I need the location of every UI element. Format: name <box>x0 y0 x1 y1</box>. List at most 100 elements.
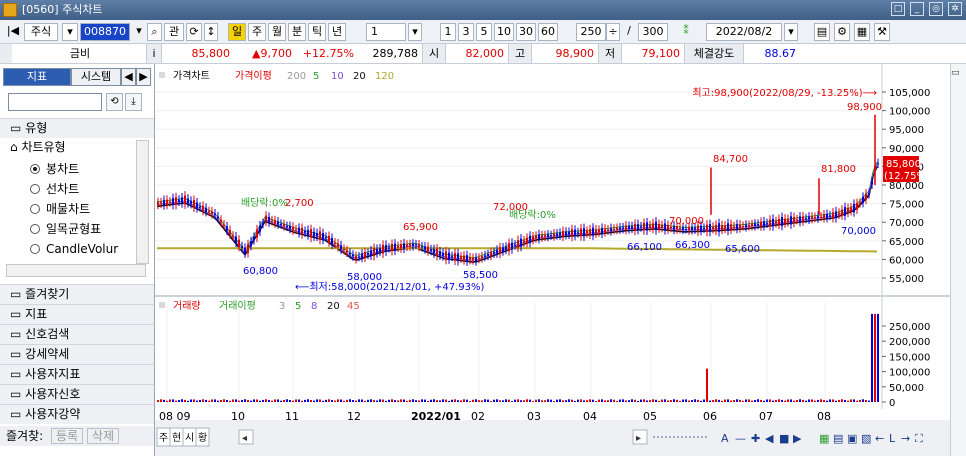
refresh-icon[interactable]: ⟳ <box>186 23 202 41</box>
count-spinner[interactable]: ÷ <box>606 23 620 41</box>
camera-icon[interactable]: ◎ <box>929 2 943 16</box>
group-user-indicator[interactable]: ▭ 사용자지표 <box>0 364 154 384</box>
prev-tool-icon[interactable]: ◀ <box>765 432 774 445</box>
quote-pin[interactable] <box>0 44 12 63</box>
group-favorites[interactable]: ▭ 즐겨찾기 <box>0 284 154 304</box>
candle-body <box>184 195 186 205</box>
search-refresh-icon[interactable]: ⟲ <box>106 93 123 111</box>
code-dropdown[interactable]: ▾ <box>132 23 146 41</box>
indicator-search-input[interactable] <box>8 93 102 111</box>
date-dropdown[interactable]: ▾ <box>784 23 798 41</box>
favorites-delete-button[interactable]: 삭제 <box>86 428 120 444</box>
candle-body <box>520 238 522 247</box>
count-input[interactable]: 250 <box>576 23 606 41</box>
cross-tool-icon[interactable]: ✚ <box>751 432 760 445</box>
min-5-button[interactable]: 5 <box>476 23 492 41</box>
candle-body <box>361 253 363 258</box>
period-year-button[interactable]: 년 <box>328 23 346 41</box>
gear-icon[interactable]: ✲ <box>948 2 962 16</box>
volume-bar <box>535 399 537 402</box>
forward-arrow-icon[interactable]: → <box>901 432 910 445</box>
grid-tool-icon[interactable]: ▦ <box>819 432 829 445</box>
line-tool-icon[interactable]: — <box>735 432 746 445</box>
type-header[interactable]: ▭ 유형 <box>0 118 154 138</box>
search-icon[interactable]: ⌕ <box>147 23 162 41</box>
tab-next-icon[interactable]: ▶ <box>136 68 151 86</box>
candle-body <box>649 225 651 228</box>
first-icon[interactable]: |◀ <box>4 23 22 41</box>
settings-icon[interactable]: ⁑ <box>678 23 694 41</box>
panel-tabs: 지표 시스템 ◀ ▶ <box>3 68 151 86</box>
picture-tool-icon[interactable]: ⛶ <box>915 432 923 445</box>
text-tool-icon[interactable]: A <box>721 432 729 445</box>
volume-bar <box>649 400 651 402</box>
list-scrollbar[interactable] <box>136 140 149 264</box>
settings-gear-icon[interactable]: ⚙ <box>834 23 850 41</box>
tab-prev-icon[interactable]: ◀ <box>121 68 136 86</box>
volume-bar <box>700 400 702 402</box>
chart-area[interactable]: 105,000100,00095,00090,00085,00080,00075… <box>155 64 950 456</box>
chart-type-candle[interactable]: 봉차트 <box>30 160 79 178</box>
group-label: 강세약세 <box>25 347 70 361</box>
period-month-button[interactable]: 월 <box>268 23 286 41</box>
save-icon[interactable]: ▦ <box>854 23 870 41</box>
group-strength[interactable]: ▭ 강세약세 <box>0 344 154 364</box>
group-indicators[interactable]: ▭ 지표 <box>0 304 154 324</box>
next-tool-icon[interactable]: ▶ <box>793 432 802 445</box>
info-icon[interactable]: i <box>146 44 162 63</box>
period-tick-button[interactable]: 틱 <box>308 23 326 41</box>
minimize-icon[interactable]: _ <box>910 2 924 16</box>
market-dropdown[interactable]: ▾ <box>62 23 78 41</box>
l-tool-icon[interactable]: L <box>889 432 896 445</box>
volume-bar <box>604 400 606 402</box>
chart-type-line[interactable]: 선차트 <box>30 180 79 198</box>
tab-indicator[interactable]: 지표 <box>3 68 71 86</box>
image-tool-icon[interactable]: ▧ <box>861 432 871 445</box>
stop-tool-icon[interactable]: ■ <box>779 432 789 445</box>
chart-type-ichimoku[interactable]: 일목균형표 <box>30 220 101 238</box>
restore-icon[interactable]: □ <box>891 2 905 16</box>
group-signal-search[interactable]: ▭ 신호검색 <box>0 324 154 344</box>
period-minute-button[interactable]: 분 <box>288 23 306 41</box>
gwan-button[interactable]: 관 <box>164 23 184 41</box>
save-tool-icon[interactable]: ▣ <box>847 432 857 445</box>
candle-body <box>484 255 486 257</box>
period-value-input[interactable]: 1 <box>366 23 406 41</box>
min-10-button[interactable]: 10 <box>494 23 514 41</box>
period-dropdown[interactable]: ▾ <box>408 23 422 41</box>
favorites-register-button[interactable]: 등록 <box>51 428 84 444</box>
candle-body <box>805 218 807 220</box>
code-input[interactable]: 008870 <box>80 23 130 41</box>
period-week-button[interactable]: 주 <box>248 23 266 41</box>
price-label: 84,700 <box>713 154 748 165</box>
period-day-button[interactable]: 일 <box>228 23 246 41</box>
min-1-button[interactable]: 1 <box>440 23 456 41</box>
download-icon[interactable]: ⤓ <box>125 93 142 111</box>
candle-body <box>181 197 183 204</box>
date-input[interactable]: 2022/08/2 <box>706 23 782 41</box>
tools-icon[interactable]: ⚒ <box>874 23 890 41</box>
volume-bar <box>862 399 864 402</box>
candle-body <box>661 225 663 228</box>
right-strip-icon[interactable]: ▭ <box>951 68 966 78</box>
group-user-signal[interactable]: ▭ 사용자신호 <box>0 384 154 404</box>
total-input[interactable]: 300 <box>638 23 668 41</box>
min-30-button[interactable]: 30 <box>516 23 536 41</box>
horizontal-scrollbar[interactable] <box>6 264 146 277</box>
chart-type-header[interactable]: ⌂ 차트유형 <box>10 138 66 156</box>
chart-type-volume-profile[interactable]: 매물차트 <box>30 200 90 218</box>
market-select[interactable]: 주식 <box>24 23 58 41</box>
spin-icon[interactable]: ↕ <box>204 23 218 41</box>
volume-bar <box>859 399 861 402</box>
chart-type-candlevolume[interactable]: CandleVolur <box>30 240 135 258</box>
copy-tool-icon[interactable]: ▤ <box>833 432 843 445</box>
tab-system[interactable]: 시스템 <box>71 68 121 86</box>
volume-bar <box>655 399 657 402</box>
candle-body <box>373 247 375 257</box>
group-user-strength[interactable]: ▭ 사용자강약 <box>0 404 154 424</box>
print-icon[interactable]: ▤ <box>814 23 830 41</box>
back-arrow-icon[interactable]: ← <box>875 432 884 445</box>
volume-bar <box>445 399 447 402</box>
min-60-button[interactable]: 60 <box>538 23 558 41</box>
min-3-button[interactable]: 3 <box>458 23 474 41</box>
